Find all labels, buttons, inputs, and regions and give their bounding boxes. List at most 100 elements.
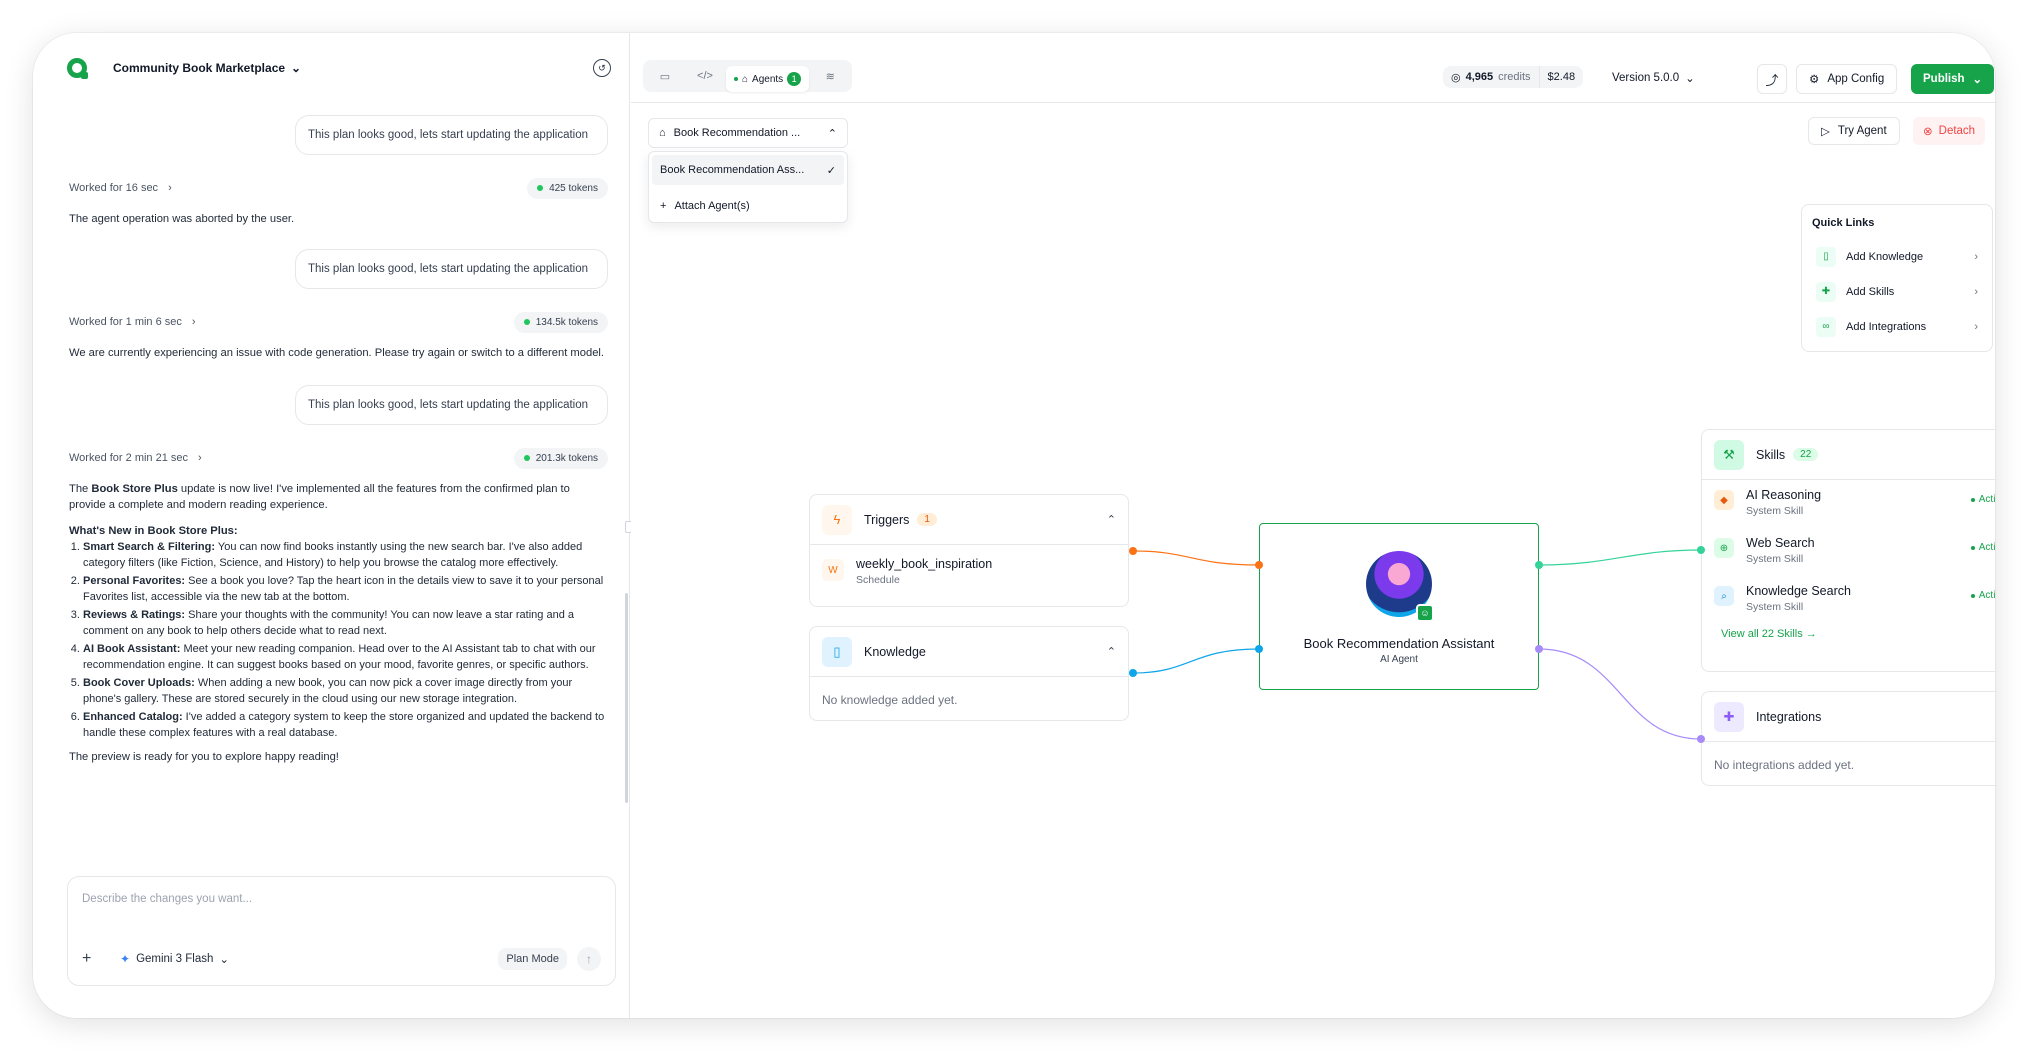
skills-card: ⚒ Skills 22 ⌃ ◆ AI Reasoning System Skill… xyxy=(1701,429,1995,672)
integrations-header[interactable]: ✚ Integrations ⌃ xyxy=(1702,692,1995,742)
whats-new-heading: What's New in Book Store Plus: xyxy=(69,525,238,537)
knowledge-port[interactable] xyxy=(1129,669,1137,677)
triggers-title: Triggers xyxy=(864,512,910,527)
plan-mode-button[interactable]: Plan Mode xyxy=(498,948,567,970)
skill-item[interactable]: ⌕ Knowledge Search System Skill Active xyxy=(1702,576,1995,624)
skill-status: Active xyxy=(1971,494,1995,505)
book-icon: ▯ xyxy=(1816,246,1836,267)
chevron-up-icon: ⌃ xyxy=(1106,514,1116,526)
trigger-connector xyxy=(1132,550,1260,566)
skills-header[interactable]: ⚒ Skills 22 ⌃ xyxy=(1702,430,1995,480)
feature-title: Enhanced Catalog: xyxy=(83,711,183,723)
chat-scrollbar[interactable] xyxy=(625,593,628,803)
link-icon: ∞ xyxy=(1816,316,1836,337)
agent-name: Book Recommendation Assistant xyxy=(1303,636,1495,651)
project-name: Community Book Marketplace xyxy=(113,61,286,75)
work-summary[interactable]: Worked for 2 min 21 sec › 201.3k tokens xyxy=(69,443,608,473)
sparkle-icon: ✦ xyxy=(120,952,131,966)
user-message-text: This plan looks good, lets start updatin… xyxy=(308,399,589,411)
chat-header: Community Book Marketplace ⌄ ↺ xyxy=(33,33,629,103)
skill-status: Active xyxy=(1971,542,1995,553)
closing-text: The preview is ready for you to explore … xyxy=(69,751,339,763)
trigger-port[interactable] xyxy=(1129,547,1137,555)
knowledge-card: ▯ Knowledge ⌃ No knowledge added yet. xyxy=(809,626,1129,721)
intro-text: The xyxy=(69,483,92,495)
lightning-icon: ϟ xyxy=(822,504,852,535)
feature-item: Book Cover Uploads: When adding a new bo… xyxy=(83,675,608,707)
agent-reply: We are currently experiencing an issue w… xyxy=(69,347,605,359)
agent-selector[interactable]: ⌂ Book Recommendation ... ⌃ xyxy=(648,118,848,148)
dropdown-item-agent[interactable]: Book Recommendation Ass... ✓ xyxy=(652,155,844,185)
token-badge: 201.3k tokens xyxy=(513,447,608,469)
trigger-item[interactable]: W weekly_book_inspiration Schedule xyxy=(810,545,1128,601)
knowledge-empty: No knowledge added yet. xyxy=(822,693,958,707)
quick-links-panel: Quick Links ▯ Add Knowledge › ✚ Add Skills ›… xyxy=(1801,204,1993,352)
integrations-title: Integrations xyxy=(1756,709,1822,724)
x-circle-icon: ⊗ xyxy=(1923,126,1933,138)
feature-item: Personal Favorites: See a book you love?… xyxy=(83,573,608,605)
agent-dropdown: Book Recommendation Ass... ✓ + Attach Agen… xyxy=(648,151,848,223)
knowledge-connector xyxy=(1132,648,1260,674)
composer: Describe the changes you want... + ✦ Gem… xyxy=(67,876,616,986)
agent-port-knowledge[interactable] xyxy=(1255,645,1263,653)
history-icon[interactable]: ↺ xyxy=(593,59,611,77)
project-switcher[interactable]: Community Book Marketplace ⌄ xyxy=(113,61,301,75)
quick-links-title: Quick Links xyxy=(1812,217,1875,229)
builder-panel: ▭ </> ⌂ Agents 1 ≋ ◎ 4,965 credits $2.48 V… xyxy=(631,33,1995,1018)
feature-item: AI Book Assistant: Meet your new reading… xyxy=(83,641,608,673)
token-count: 425 tokens xyxy=(549,182,598,194)
agent-port-trigger[interactable] xyxy=(1255,561,1263,569)
feature-item: Smart Search & Filtering: You can now fi… xyxy=(83,539,608,571)
work-duration: Worked for 16 sec xyxy=(69,182,159,194)
quick-link-add-integrations[interactable]: ∞ Add Integrations › xyxy=(1812,309,1982,344)
knowledge-title: Knowledge xyxy=(864,644,926,659)
token-badge: 134.5k tokens xyxy=(513,311,608,333)
agent-port-integrations[interactable] xyxy=(1535,645,1543,653)
integrations-port[interactable] xyxy=(1697,735,1705,743)
skill-item[interactable]: ◆ AI Reasoning System Skill Active xyxy=(1702,480,1995,528)
book-icon: ▯ xyxy=(822,636,852,667)
work-summary[interactable]: Worked for 16 sec › 425 tokens xyxy=(69,173,608,203)
try-agent-button[interactable]: ▷ Try Agent xyxy=(1808,117,1900,145)
quick-link-add-skills[interactable]: ✚ Add Skills › xyxy=(1812,274,1982,309)
globe-icon: ⊕ xyxy=(1714,538,1734,558)
skill-name: Web Search xyxy=(1746,536,1815,550)
work-summary[interactable]: Worked for 1 min 6 sec › 134.5k tokens xyxy=(69,307,608,337)
skill-item[interactable]: ⊕ Web Search System Skill Active xyxy=(1702,528,1995,576)
detach-button[interactable]: ⊗ Detach xyxy=(1913,117,1986,145)
puzzle-icon: ✚ xyxy=(1714,701,1744,732)
user-message: This plan looks good, lets start updatin… xyxy=(295,385,608,425)
trigger-name: weekly_book_inspiration xyxy=(856,557,993,571)
skills-port[interactable] xyxy=(1697,546,1705,554)
send-arrow-icon[interactable]: ↑ xyxy=(577,947,601,971)
search-book-icon: ⌕ xyxy=(1714,586,1734,606)
intro-product: Book Store Plus xyxy=(91,483,178,495)
user-message-text: This plan looks good, lets start updatin… xyxy=(308,129,589,141)
app-window: Community Book Marketplace ⌄ ↺ This plan… xyxy=(33,33,1995,1018)
model-name: Gemini 3 Flash xyxy=(136,953,214,965)
knowledge-header[interactable]: ▯ Knowledge ⌃ xyxy=(810,627,1128,677)
token-badge: 425 tokens xyxy=(527,177,608,199)
trigger-type: Schedule xyxy=(856,574,900,586)
integrations-connector xyxy=(1538,648,1702,740)
feature-title: Book Cover Uploads: xyxy=(83,677,195,689)
view-all-skills-link[interactable]: View all 22 Skills → xyxy=(1702,624,1995,640)
check-icon: ✓ xyxy=(826,164,836,177)
play-icon: ▷ xyxy=(1821,126,1830,138)
agent-node[interactable]: ☺ Book Recommendation Assistant AI Agent xyxy=(1259,523,1539,690)
model-selector[interactable]: ✦ Gemini 3 Flash ⌄ xyxy=(120,952,229,966)
quick-link-add-knowledge[interactable]: ▯ Add Knowledge › xyxy=(1812,239,1982,274)
final-intro: The Book Store Plus update is now live! … xyxy=(69,481,608,513)
prompt-input[interactable]: Describe the changes you want... xyxy=(82,893,252,905)
final-reply: The Book Store Plus update is now live! … xyxy=(69,481,608,765)
robot-icon: ☺ xyxy=(1416,604,1434,622)
attach-agent-item[interactable]: + Attach Agent(s) xyxy=(652,191,844,221)
skills-connector xyxy=(1538,549,1702,566)
agent-port-skills[interactable] xyxy=(1535,561,1543,569)
chevron-right-icon: › xyxy=(168,182,172,194)
triggers-count: 1 xyxy=(917,513,937,526)
chevron-down-icon: ⌄ xyxy=(219,954,230,966)
attach-plus-icon[interactable]: + xyxy=(82,950,98,968)
triggers-header[interactable]: ϟ Triggers 1 ⌃ xyxy=(810,495,1128,545)
chevron-down-icon: ⌄ xyxy=(291,61,302,75)
